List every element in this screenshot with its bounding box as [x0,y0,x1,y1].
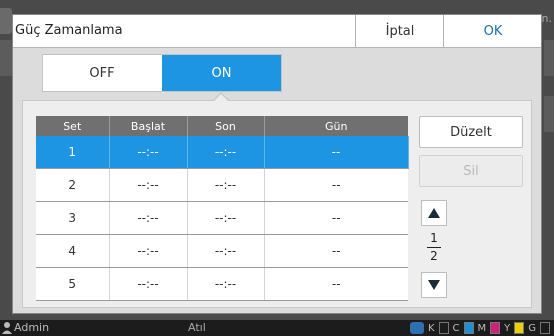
wrench-icon [409,322,424,334]
page-current: 1 [430,231,438,245]
cell-start: --:-- [109,267,188,301]
background-panel [544,96,554,132]
ink-label-c: C [452,322,460,334]
table-row[interactable]: 2 --:-- --:-- -- [36,168,408,202]
on-off-toggle: OFF ON [42,54,282,92]
user-name: Admin [14,321,50,334]
ink-level-y [514,322,525,334]
cell-set: 4 [36,234,110,268]
background-panel [0,40,12,76]
cell-day: -- [264,267,408,301]
dialog-titlebar: Güç Zamanlama İptal OK [13,15,541,48]
cell-end: --:-- [187,136,265,169]
triangle-down-icon [428,280,440,290]
ink-level-c [463,322,474,334]
ink-label-g: G [528,322,536,334]
cell-end: --:-- [187,168,265,202]
cell-end: --:-- [187,201,265,235]
cell-set: 3 [36,201,110,235]
cell-day: -- [264,201,408,235]
column-header-start: Başlat [109,116,188,136]
column-header-set: Set [36,116,110,136]
delete-button[interactable]: Sil [419,155,523,187]
cell-start: --:-- [109,136,188,169]
schedule-table: Set Başlat Son Gün 1 --:-- --:-- -- 2 --… [36,116,409,301]
table-row[interactable]: 4 --:-- --:-- -- [36,234,408,268]
triangle-up-icon [428,208,440,218]
page-divider [427,247,441,248]
cell-set: 2 [36,168,110,202]
background-panel [544,40,554,76]
ink-levels: K C M Y G [409,322,550,334]
cancel-button[interactable]: İptal [355,15,444,47]
cell-start: --:-- [109,234,188,268]
cell-end: --:-- [187,267,265,301]
ink-level-k [438,322,449,334]
dialog-title: Güç Zamanlama [15,23,123,38]
ink-label-y: Y [504,322,511,334]
machine-status: Atıl [188,321,206,334]
page-total: 2 [430,249,438,263]
user-icon [2,322,12,334]
cell-start: --:-- [109,168,188,202]
ink-label-m: M [477,322,487,334]
table-row[interactable]: 1 --:-- --:-- -- [36,136,409,169]
cell-day: -- [264,168,408,202]
cell-day: -- [264,136,409,169]
background-label: n. [541,12,552,25]
background-tab [0,8,12,34]
edit-button[interactable]: Düzelt [419,116,523,148]
table-header-row: Set Başlat Son Gün [36,116,408,136]
page-up-button[interactable] [421,200,447,226]
ok-button[interactable]: OK [443,15,542,47]
ink-level-m [490,322,501,334]
toggle-pointer-inner [213,94,229,102]
ink-label-k: K [427,322,435,334]
column-header-day: Gün [264,116,408,136]
cell-end: --:-- [187,234,265,268]
cell-set: 1 [36,136,110,169]
page-down-button[interactable] [421,272,447,298]
page-indicator: 1 2 [421,232,447,263]
status-bar: Admin Atıl K C M Y G [0,320,554,336]
ink-level-g [540,322,550,334]
column-header-end: Son [187,116,265,136]
table-row[interactable]: 3 --:-- --:-- -- [36,201,408,235]
cell-set: 5 [36,267,110,301]
toggle-off-button[interactable]: OFF [43,55,161,91]
table-row[interactable]: 5 --:-- --:-- -- [36,267,408,301]
cell-start: --:-- [109,201,188,235]
cell-day: -- [264,234,408,268]
toggle-on-button[interactable]: ON [162,55,281,91]
